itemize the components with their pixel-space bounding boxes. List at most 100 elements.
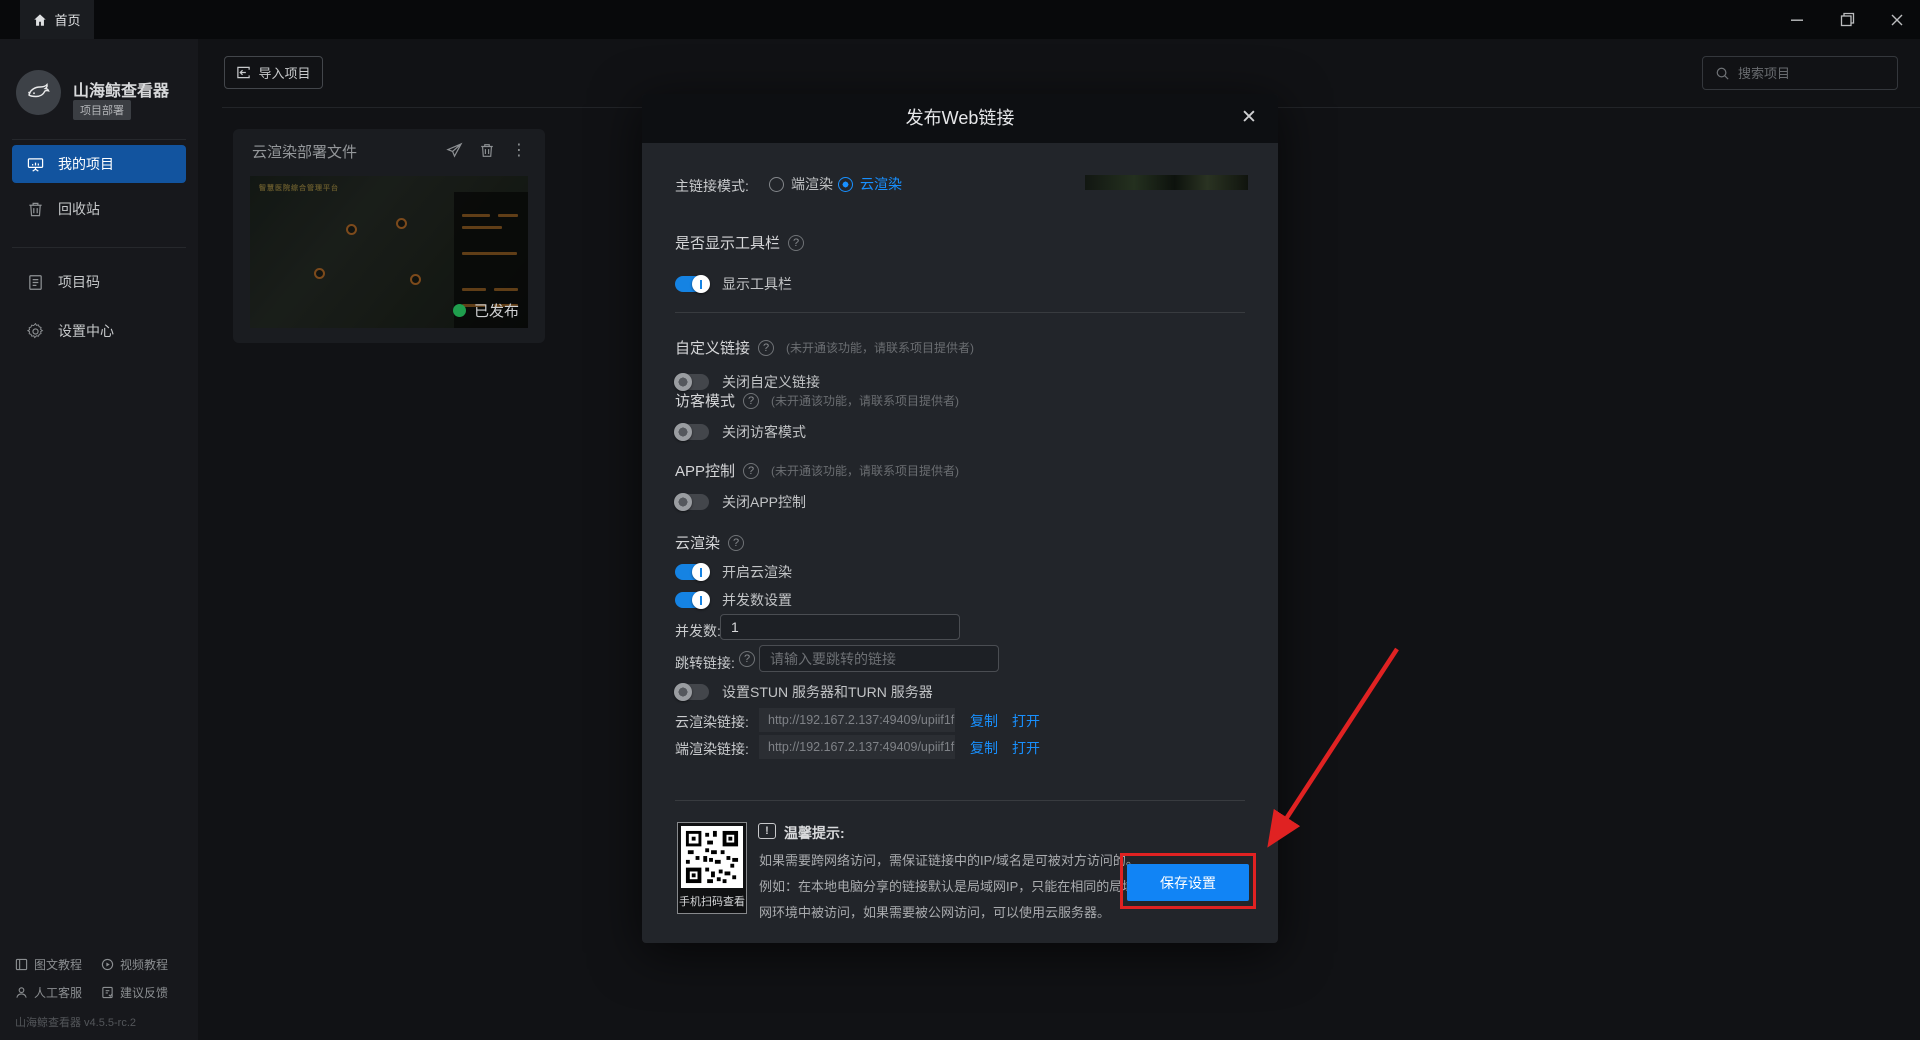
concurrency-toggle[interactable] <box>675 592 709 608</box>
trash-icon <box>27 201 44 218</box>
app-window: 首页 山海鲸查看器 项目部署 我的项目 回收站 <box>0 0 1920 1040</box>
dialog-header: 发布Web链接 ✕ <box>642 94 1278 143</box>
tip-line-3: 网环境中被访问，如果需要被公网访问，可以使用云服务器。 <box>759 902 1239 921</box>
project-card-actions: ⋮ <box>446 142 527 159</box>
toolbar-section-title: 是否显示工具栏 ? <box>675 232 804 253</box>
visitor-mode-section-title: 访客模式 ? (未开通该功能，请联系项目提供者) <box>675 390 959 411</box>
status-badge: 已发布 <box>453 300 519 321</box>
import-project-label: 导入项目 <box>258 63 310 82</box>
cloud-link-open[interactable]: 打开 <box>1012 711 1040 731</box>
sidebar-item-label: 回收站 <box>58 199 100 219</box>
status-badge-label: 已发布 <box>474 300 519 321</box>
tab-home[interactable]: 首页 <box>20 0 94 39</box>
sidebar-item-project-code[interactable]: 项目码 <box>12 263 186 301</box>
sidebar-item-recycle-bin[interactable]: 回收站 <box>12 190 186 228</box>
dialog-close-icon[interactable]: ✕ <box>1236 105 1262 131</box>
radio-selected-icon <box>838 177 853 192</box>
import-icon <box>236 65 251 80</box>
help-icon[interactable]: ? <box>758 340 774 356</box>
delete-icon[interactable] <box>479 142 495 159</box>
gear-icon <box>27 323 44 340</box>
toggle-label: 显示工具栏 <box>722 274 792 294</box>
show-toolbar-toggle[interactable] <box>675 276 709 292</box>
app-name: 山海鲸查看器 <box>73 77 169 101</box>
publish-send-icon[interactable] <box>446 142 463 159</box>
qr-code-block: 手机扫码查看 <box>677 822 747 914</box>
sidebar-divider <box>12 139 186 140</box>
more-options-icon[interactable]: ⋮ <box>511 144 527 158</box>
qr-code-icon <box>684 829 740 885</box>
footer-link-label: 建议反馈 <box>120 984 168 1001</box>
visitor-mode-toggle[interactable] <box>675 424 709 440</box>
cloud-link-copy[interactable]: 复制 <box>970 711 998 731</box>
redirect-link-input[interactable] <box>759 645 999 672</box>
show-toolbar-toggle-row: 显示工具栏 <box>675 274 792 294</box>
import-project-button[interactable]: 导入项目 <box>224 56 323 89</box>
help-icon[interactable]: ? <box>788 235 804 251</box>
client-link-copy[interactable]: 复制 <box>970 738 998 758</box>
visitor-mode-toggle-row: 关闭访客模式 <box>675 422 806 442</box>
footer-link-feedback[interactable]: 建议反馈 <box>101 984 168 1001</box>
app-control-section-title: APP控制 ? (未开通该功能，请联系项目提供者) <box>675 460 959 481</box>
section-note: (未开通该功能，请联系项目提供者) <box>786 339 974 356</box>
client-link-label: 端渲染链接: <box>675 739 749 759</box>
radio-label: 云渲染 <box>860 174 902 194</box>
toggle-label: 并发数设置 <box>722 590 792 610</box>
stun-turn-toggle[interactable] <box>675 684 709 700</box>
home-icon <box>33 13 47 27</box>
dialog-title: 发布Web链接 <box>642 94 1278 143</box>
link-mode-label: 主链接模式: <box>675 176 749 196</box>
tab-home-label: 首页 <box>54 10 80 29</box>
tip-bubble-icon: ! <box>758 823 776 839</box>
help-icon[interactable]: ? <box>739 651 755 667</box>
footer-link-label: 人工客服 <box>34 984 82 1001</box>
radio-client-render[interactable]: 端渲染 <box>769 174 833 194</box>
help-icon[interactable]: ? <box>743 393 759 409</box>
search-box <box>1702 56 1898 90</box>
app-logo <box>16 70 61 115</box>
app-version: 山海鲸查看器 v4.5.5-rc.2 <box>15 1014 136 1030</box>
save-settings-button[interactable]: 保存设置 <box>1127 864 1249 901</box>
cloud-render-toggle-row: 开启云渲染 <box>675 562 792 582</box>
restore-button[interactable] <box>1824 0 1870 39</box>
sidebar-item-my-projects[interactable]: 我的项目 <box>12 145 186 183</box>
search-input[interactable] <box>1738 66 1878 81</box>
footer-link-support[interactable]: 人工客服 <box>15 984 82 1001</box>
project-preview-strip <box>1085 175 1248 190</box>
radio-label: 端渲染 <box>791 174 833 194</box>
restore-icon <box>1840 12 1855 27</box>
project-thumbnail[interactable]: 智慧医院综合管理平台 已发布 <box>250 176 528 328</box>
app-control-toggle-row: 关闭APP控制 <box>675 492 806 512</box>
search-icon <box>1715 66 1730 81</box>
custom-link-toggle-row: 关闭自定义链接 <box>675 372 820 392</box>
sidebar-item-settings[interactable]: 设置中心 <box>12 312 186 350</box>
custom-link-toggle[interactable] <box>675 374 709 390</box>
qr-caption: 手机扫码查看 <box>678 891 746 913</box>
footer-link-doc-tutorial[interactable]: 图文教程 <box>15 956 82 973</box>
app-badge: 项目部署 <box>73 100 131 120</box>
cloud-render-toggle[interactable] <box>675 564 709 580</box>
section-note: (未开通该功能，请联系项目提供者) <box>771 392 959 409</box>
help-icon[interactable]: ? <box>728 535 744 551</box>
project-card-title: 云渲染部署文件 <box>252 141 357 162</box>
radio-cloud-render[interactable]: 云渲染 <box>838 174 902 194</box>
client-link-open[interactable]: 打开 <box>1012 738 1040 758</box>
sidebar: 山海鲸查看器 项目部署 我的项目 回收站 项目码 设置中心 图文教程 视频教程 <box>0 39 198 1040</box>
close-icon <box>1890 13 1904 27</box>
cloud-link-label: 云渲染链接: <box>675 712 749 732</box>
concurrency-input[interactable] <box>720 614 960 640</box>
published-dot-icon <box>453 304 466 317</box>
minimize-button[interactable] <box>1774 0 1820 39</box>
concurrency-label: 并发数: <box>675 621 721 641</box>
help-icon[interactable]: ? <box>743 463 759 479</box>
close-button[interactable] <box>1874 0 1920 39</box>
toggle-label: 关闭自定义链接 <box>722 372 820 392</box>
footer-link-video-tutorial[interactable]: 视频教程 <box>101 956 168 973</box>
section-divider <box>675 312 1245 313</box>
app-control-toggle[interactable] <box>675 494 709 510</box>
concurrency-toggle-row: 并发数设置 <box>675 590 792 610</box>
client-link-url: http://192.167.2.137:49409/upiif1f1kg01/… <box>759 735 955 759</box>
project-card[interactable]: 云渲染部署文件 ⋮ 智慧医院综合管理平台 <box>233 129 545 343</box>
radio-icon <box>769 177 784 192</box>
custom-link-section-title: 自定义链接 ? (未开通该功能，请联系项目提供者) <box>675 337 974 358</box>
